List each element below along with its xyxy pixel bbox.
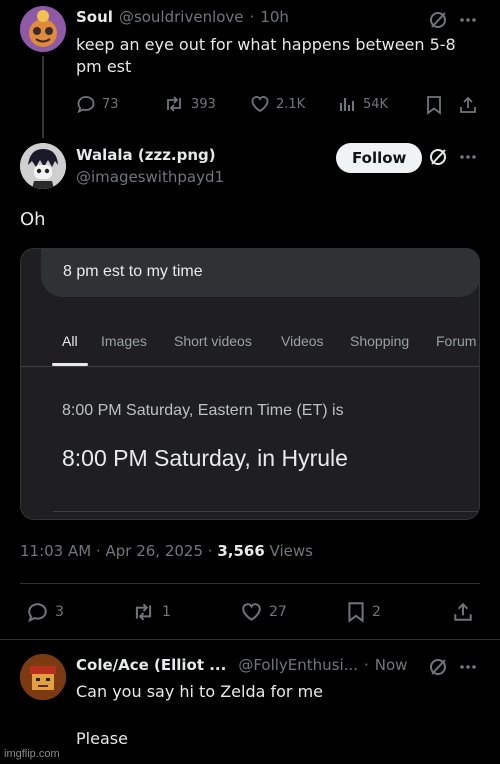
reply-button[interactable]: 73 xyxy=(76,94,119,114)
conversion-result: 8:00 PM Saturday, in Hyrule xyxy=(62,445,348,471)
reply-count: 73 xyxy=(102,96,119,112)
post-timestamp: 11:03 AM · Apr 26, 2025 · 3,566 Views xyxy=(20,542,313,560)
divider xyxy=(20,583,480,584)
reply-icon xyxy=(76,94,96,114)
follow-button[interactable]: Follow xyxy=(336,143,423,173)
bookmark-button[interactable]: 2 xyxy=(346,601,381,623)
post3-text-line1: Can you say hi to Zelda for me xyxy=(76,682,324,701)
repost-count: 1 xyxy=(162,604,171,620)
bookmark-icon[interactable] xyxy=(425,95,443,115)
grok-icon[interactable] xyxy=(428,147,448,167)
reply-count: 3 xyxy=(55,604,64,620)
search-box: 8 pm est to my time xyxy=(41,249,479,297)
avatar-soul[interactable] xyxy=(20,6,66,52)
timestamp-text[interactable]: 11:03 AM · Apr 26, 2025 · xyxy=(20,542,217,560)
divider xyxy=(0,639,500,640)
post-time[interactable]: Now xyxy=(375,656,408,674)
separator: · xyxy=(363,656,369,674)
thread-line xyxy=(42,56,44,138)
tab-forum: Forum xyxy=(436,333,477,349)
handle[interactable]: @imageswithpayd1 xyxy=(76,168,224,186)
handle[interactable]: @FollyEnthusi... xyxy=(238,656,358,674)
repost-button[interactable]: 393 xyxy=(163,94,216,114)
heart-icon xyxy=(240,601,263,623)
post2-text: Oh xyxy=(20,209,46,230)
separator: · xyxy=(249,8,255,26)
bookmark-icon xyxy=(346,601,366,623)
post1-text: keep an eye out for what happens between… xyxy=(76,35,456,76)
view-count: 3,566 xyxy=(217,542,265,560)
embedded-image[interactable]: 8 pm est to my time All Images Short vid… xyxy=(20,248,480,520)
views-button[interactable]: 54K xyxy=(337,94,388,114)
bookmark-count: 2 xyxy=(372,604,381,620)
post3-header: Cole/Ace (Elliot ... @FollyEnthusi... · … xyxy=(76,656,407,674)
reply-icon xyxy=(26,601,49,623)
tab-videos: Videos xyxy=(281,333,324,349)
search-query: 8 pm est to my time xyxy=(63,263,203,280)
watermark: imgflip.com xyxy=(4,748,60,760)
views-icon xyxy=(337,94,357,114)
repost-icon xyxy=(131,601,156,623)
share-icon[interactable] xyxy=(452,601,474,623)
reply-button[interactable]: 3 xyxy=(26,601,64,623)
like-count: 2.1K xyxy=(276,96,306,112)
repost-icon xyxy=(163,94,185,114)
post1-header: Soul @souldrivenlove · 10h xyxy=(76,8,289,26)
share-icon[interactable] xyxy=(458,95,478,115)
display-name[interactable]: Soul xyxy=(76,8,113,26)
heart-icon xyxy=(250,94,270,114)
repost-button[interactable]: 1 xyxy=(131,601,171,623)
tab-images: Images xyxy=(101,333,147,349)
post-time[interactable]: 10h xyxy=(260,8,289,26)
grok-icon[interactable] xyxy=(428,657,448,677)
avatar-walala[interactable] xyxy=(20,143,66,189)
more-icon[interactable] xyxy=(459,149,477,165)
search-tabs: All Images Short videos Videos Shopping … xyxy=(21,331,479,366)
display-name[interactable]: Cole/Ace (Elliot ... xyxy=(76,656,226,674)
post3-text-line2: Please xyxy=(76,729,128,748)
tab-all: All xyxy=(62,333,78,349)
tab-short-videos: Short videos xyxy=(174,333,252,349)
repost-count: 393 xyxy=(191,96,216,112)
like-button[interactable]: 27 xyxy=(240,601,287,623)
views-label: Views xyxy=(264,542,313,560)
more-icon[interactable] xyxy=(459,12,477,28)
conversion-label: 8:00 PM Saturday, Eastern Time (ET) is xyxy=(62,402,344,419)
handle[interactable]: @souldrivenlove xyxy=(119,8,244,26)
avatar-cole[interactable] xyxy=(20,654,66,700)
views-count: 54K xyxy=(363,96,389,112)
like-count: 27 xyxy=(269,604,287,620)
grok-icon[interactable] xyxy=(428,10,448,30)
tab-shopping: Shopping xyxy=(350,333,410,349)
more-icon[interactable] xyxy=(459,659,477,675)
tabs-divider xyxy=(21,366,479,367)
display-name[interactable]: Walala (zzz.png) xyxy=(76,146,216,164)
like-button[interactable]: 2.1K xyxy=(250,94,305,114)
result-divider xyxy=(53,511,479,512)
